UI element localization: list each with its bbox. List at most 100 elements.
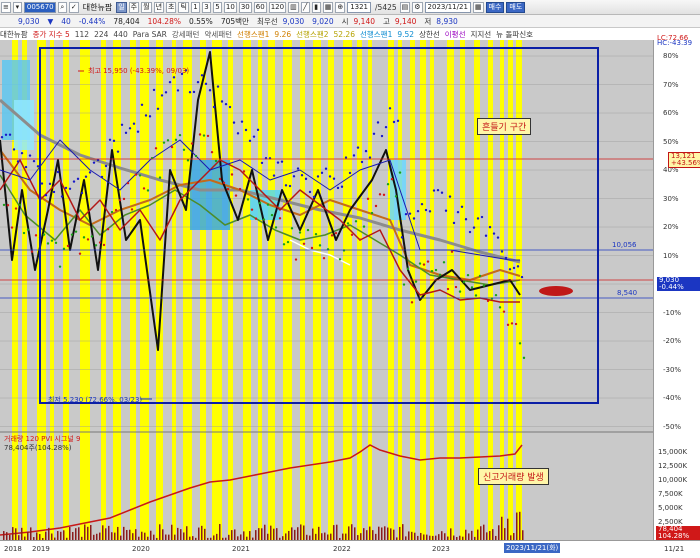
favorite-icon[interactable]: ✓	[68, 1, 79, 13]
minute-5-button[interactable]: 5	[212, 1, 222, 13]
sar-dot	[316, 175, 320, 178]
volume-bar	[291, 527, 293, 540]
shakeout-note: 흔들기 구간	[477, 118, 532, 135]
sell-button[interactable]: 매도	[506, 1, 526, 13]
minute-60-button[interactable]: 60	[253, 1, 267, 13]
line-chart-icon[interactable]: ╱	[300, 1, 310, 13]
legend-item[interactable]: 52.26	[334, 30, 355, 39]
sar-dot	[246, 198, 250, 201]
sar-dot	[8, 133, 12, 136]
sar-dot	[128, 127, 132, 130]
legend-item[interactable]: 이평선	[445, 29, 466, 40]
volume-bar	[12, 527, 14, 540]
gear-icon[interactable]: ⚙	[412, 1, 423, 13]
lower-level-label: 8,540	[617, 289, 638, 297]
sar-dot	[198, 133, 202, 136]
minute-10-button[interactable]: 10	[223, 1, 237, 13]
volume-bar	[273, 528, 275, 540]
volume-tick-label: 7,500K	[658, 490, 683, 498]
legend-item[interactable]: 224	[94, 30, 108, 39]
volume-value: 78,404주(104.28%)	[4, 444, 72, 452]
bar-chart-icon[interactable]: ▥	[288, 1, 299, 13]
price-axis[interactable]: LC:72.66 HC:-43.39 80% 70% 60% 50% 40% 30% 20%…	[653, 34, 700, 540]
sar-dot	[252, 135, 256, 138]
legend-item[interactable]: 종가 지수 5	[33, 29, 70, 40]
search-icon[interactable]: ⌕	[57, 1, 67, 13]
volume-bar	[414, 532, 416, 540]
sar-dot	[86, 238, 90, 241]
date-input[interactable]: 2023/11/21	[424, 1, 471, 13]
volume-bar	[408, 531, 410, 540]
sar-dot	[442, 261, 446, 264]
candle-chart-icon[interactable]: ▮	[311, 1, 321, 13]
volume-bar	[204, 528, 206, 540]
legend-item[interactable]: 뉴 돌파신호	[496, 29, 533, 40]
menu-button[interactable]: ≡	[1, 1, 11, 13]
sar-dot	[140, 103, 144, 106]
period-month-button[interactable]: 월	[141, 1, 152, 13]
legend-item[interactable]: 선행스팬1	[237, 29, 269, 40]
minute-30-button[interactable]: 30	[238, 1, 252, 13]
range-input[interactable]: 1321	[347, 1, 372, 13]
volume-bar	[72, 531, 74, 540]
sar-dot	[2, 203, 6, 207]
sar-dot	[232, 121, 236, 124]
period-tick-button[interactable]: 틱	[178, 1, 189, 13]
legend-item[interactable]: Para SAR	[133, 30, 167, 39]
period-week-button[interactable]: 주	[128, 1, 140, 13]
volume-bar	[117, 526, 119, 540]
sar-dot	[228, 105, 232, 109]
legend-item[interactable]: 440	[113, 30, 127, 39]
sar-dot	[302, 242, 306, 245]
period-second-button[interactable]: 초	[166, 1, 177, 13]
calendar-icon[interactable]: ▦	[472, 1, 484, 13]
legend-item[interactable]: 9.52	[397, 30, 414, 39]
legend-item[interactable]: 약세패턴	[204, 29, 232, 40]
chart-canvas[interactable]	[0, 40, 653, 540]
chart-settings-icon[interactable]: ▤	[399, 1, 411, 13]
volume-bar	[186, 526, 188, 540]
sar-dot	[462, 280, 466, 284]
zoom-icon[interactable]: ⊕	[335, 1, 346, 13]
minute-120-button[interactable]: 120	[268, 1, 287, 13]
lock-icon[interactable]: ▾	[12, 1, 22, 13]
sar-dot	[146, 189, 150, 192]
legend-item[interactable]: 9.26	[274, 30, 291, 39]
sar-dot	[138, 174, 142, 177]
minute-1-button[interactable]: 1	[190, 1, 200, 13]
legend-item[interactable]: 선행스팬2	[296, 29, 328, 40]
highlight-band	[183, 40, 192, 540]
legend-item[interactable]: 강세패턴	[172, 29, 200, 40]
sar-dot	[244, 128, 248, 132]
period-year-button[interactable]: 년	[153, 1, 165, 13]
price-chart[interactable]: 대한뉴팜 종가 지수 5 112 224 440 Para SAR 강세패턴 약세패턴 선행스팬…	[0, 30, 653, 540]
sar-dot	[422, 263, 426, 266]
volume-bar	[177, 527, 179, 540]
period-day-button[interactable]: 일	[116, 1, 127, 13]
sar-dot	[380, 134, 384, 138]
buy-button[interactable]: 매수	[485, 1, 505, 13]
stock-code-input[interactable]: 005670	[23, 1, 56, 13]
date-axis[interactable]: 2018 2019 2020 2021 2022 2023 2023/11/21…	[0, 540, 700, 558]
sar-dot	[406, 267, 410, 271]
range-total: /5425	[375, 2, 397, 12]
volume-bar	[144, 532, 146, 540]
sar-dot	[410, 301, 414, 304]
legend-item[interactable]: 대한뉴팜	[0, 29, 28, 40]
sar-dot	[36, 165, 40, 168]
sar-dot	[308, 190, 312, 194]
grid-icon[interactable]: ▦	[322, 1, 334, 13]
sar-dot	[14, 207, 18, 210]
legend-item[interactable]: 선행스팬1	[360, 29, 392, 40]
sar-dot	[452, 221, 456, 225]
legend-item[interactable]: 112	[75, 30, 89, 39]
legend-item[interactable]: 상한선	[419, 29, 440, 40]
minute-3-button[interactable]: 3	[201, 1, 211, 13]
sar-dot	[196, 80, 200, 84]
legend-item[interactable]: 지지선	[470, 29, 491, 40]
sar-dot	[522, 356, 526, 360]
sar-dot	[46, 242, 50, 245]
sar-dot	[120, 123, 124, 126]
highlight-band	[508, 40, 513, 540]
sar-dot	[82, 236, 86, 239]
